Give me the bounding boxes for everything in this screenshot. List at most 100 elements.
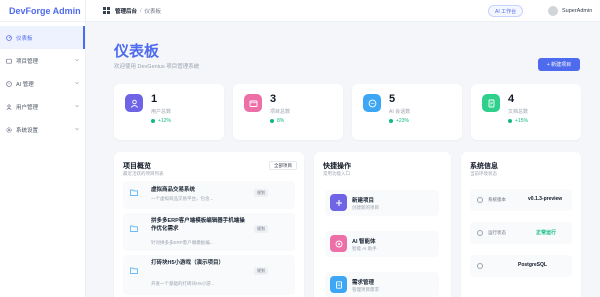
breadcrumb-root[interactable]: 管理后台: [115, 7, 137, 15]
ai-workbench-button[interactable]: AI 工作台: [488, 5, 524, 17]
system-info-label: 系统版本: [488, 197, 506, 202]
breadcrumb-separator: /: [140, 7, 142, 14]
sidebar-item-settings[interactable]: 系统设置: [0, 118, 85, 141]
project-name: 打砖块H5小游戏（演示项目）: [151, 260, 225, 266]
quick-action-desc: 创建新的项目: [352, 205, 379, 210]
stat-card-users[interactable]: 1 用户总数 +12%: [114, 84, 224, 140]
stat-trend: +12%: [151, 118, 171, 124]
project-status-badge: 规划: [254, 225, 268, 233]
stat-value: 5: [389, 93, 396, 105]
avatar[interactable]: [548, 6, 558, 16]
robot-icon: [6, 80, 12, 87]
user-icon: [6, 103, 12, 110]
folder-icon: [130, 189, 138, 196]
trend-up-icon: [151, 119, 155, 123]
status-icon: [477, 230, 483, 236]
project-name: 拼多多ERP客户端模板编辑器手机端操作优化需求: [151, 218, 245, 232]
panel-subtitle: 当前环境状态: [470, 171, 497, 176]
robot-icon: [330, 235, 347, 252]
panel-title: 快捷操作: [323, 163, 351, 170]
all-projects-button[interactable]: 全部项目: [269, 161, 297, 170]
stat-card-ai-sessions[interactable]: 5 AI 会话数 +23%: [352, 84, 462, 140]
system-info-value: v0.1.3-preview: [528, 196, 563, 202]
ai-workbench-label: AI 工作台: [495, 8, 517, 15]
panel-title: 系统信息: [470, 163, 498, 170]
brand-logo[interactable]: DevForge Admin: [0, 0, 85, 22]
sidebar: DevForge Admin 仪表板 项目管理 AI 管理 用户管理 系统设置: [0, 0, 86, 297]
folder-icon: [6, 58, 12, 64]
top-header: 管理后台 / 仪表板 AI 工作台 SuperAdmin: [86, 0, 600, 22]
system-info-row-version: 系统版本 v0.1.3-preview: [470, 189, 572, 211]
stat-trend-value: +12%: [158, 118, 171, 124]
stat-trend: +23%: [389, 118, 409, 124]
stat-value: 3: [270, 93, 277, 105]
quick-action-requirements[interactable]: 需求管理 管理项目需求: [325, 272, 439, 297]
sidebar-item-label: AI 管理: [16, 81, 34, 88]
stat-value: 1: [151, 93, 158, 105]
document-icon: [330, 276, 347, 293]
folder-icon: [130, 225, 138, 232]
document-icon: [482, 94, 500, 112]
sidebar-item-label: 仪表板: [16, 35, 33, 42]
stat-label: AI 会话数: [389, 109, 411, 115]
panel-title: 项目概览: [123, 163, 151, 170]
stat-trend: +15%: [508, 118, 528, 124]
quick-action-title: AI 智能体: [352, 239, 376, 245]
sidebar-item-dashboard[interactable]: 仪表板: [0, 26, 85, 49]
user-icon: [125, 94, 143, 112]
trend-up-icon: [508, 119, 512, 123]
project-desc: 一个虚拟商品交易平台，包含...: [151, 196, 214, 201]
dashboard-icon: [6, 34, 12, 41]
chevron-down-icon: [75, 81, 79, 85]
stat-label: 用户总数: [151, 109, 172, 115]
system-info-panel: 系统信息 当前环境状态 系统版本 v0.1.3-preview 运行状态 正常运…: [461, 152, 581, 297]
main-content: 仪表板 欢迎使用 DevGenius 项目管理系统 + 新建项目 1 用户总数 …: [86, 22, 600, 297]
system-info-row-database: PostgreSQL: [470, 255, 572, 277]
quick-actions-panel: 快捷操作 常用功能入口 新建项目 创建新的项目 AI 智能体 智能 AI 助手 …: [314, 152, 451, 297]
system-info-value: PostgreSQL: [518, 262, 547, 268]
folder-icon: [244, 94, 262, 112]
system-info-value: 正常运行: [536, 230, 557, 236]
quick-action-title: 新建项目: [352, 198, 375, 204]
page-subtitle: 欢迎使用 DevGenius 项目管理系统: [114, 64, 200, 70]
database-icon: [477, 263, 483, 269]
chevron-down-icon: [75, 104, 79, 108]
quick-action-desc: 管理项目需求: [352, 287, 379, 292]
stat-card-documents[interactable]: 4 文档总数 +15%: [471, 84, 581, 140]
project-desc: 开发一个基础的打砖块H5小游...: [151, 281, 215, 286]
project-list-item[interactable]: 虚拟商品交易系统 一个虚拟商品交易平台，包含... 规划: [123, 181, 295, 209]
system-info-row-status: 运行状态 正常运行: [470, 222, 572, 244]
chevron-down-icon: [75, 58, 79, 62]
stat-trend-value: +15%: [515, 118, 528, 124]
plus-icon: [330, 194, 347, 211]
stat-trend: 8%: [270, 118, 284, 124]
project-overview-panel: 项目概览 最近活跃的项目列表 全部项目 虚拟商品交易系统 一个虚拟商品交易平台，…: [114, 152, 304, 297]
stat-value: 4: [508, 93, 515, 105]
stat-card-projects[interactable]: 3 项目总数 8%: [233, 84, 343, 140]
sidebar-item-projects[interactable]: 项目管理: [0, 49, 85, 72]
quick-action-desc: 智能 AI 助手: [352, 246, 377, 251]
stat-label: 项目总数: [270, 109, 291, 115]
quick-action-title: 需求管理: [352, 280, 375, 286]
info-icon: [477, 197, 483, 203]
project-name: 虚拟商品交易系统: [151, 187, 196, 193]
sidebar-item-label: 系统设置: [16, 127, 39, 134]
system-info-label: 运行状态: [488, 230, 506, 235]
panel-subtitle: 最近活跃的项目列表: [123, 171, 164, 176]
sidebar-item-users[interactable]: 用户管理: [0, 95, 85, 118]
folder-icon: [130, 267, 138, 274]
sidebar-item-label: 用户管理: [16, 104, 39, 111]
user-name[interactable]: SuperAdmin: [562, 8, 592, 14]
quick-action-ai-agent[interactable]: AI 智能体 智能 AI 助手: [325, 231, 439, 257]
project-status-badge: 规划: [254, 189, 268, 197]
project-list-item[interactable]: 打砖块H5小游戏（演示项目） 开发一个基础的打砖块H5小游... 规划: [123, 255, 295, 295]
sidebar-item-label: 项目管理: [16, 58, 39, 65]
grid-menu-icon[interactable]: [103, 7, 110, 14]
new-project-button[interactable]: + 新建项目: [538, 58, 580, 71]
page-title: 仪表板: [114, 43, 160, 60]
quick-action-new-project[interactable]: 新建项目 创建新的项目: [325, 190, 439, 216]
project-list-item[interactable]: 拼多多ERP客户端模板编辑器手机端操作优化需求 针对拼多多ERP客户端模板编..…: [123, 213, 295, 251]
chevron-down-icon: [75, 127, 79, 131]
sidebar-item-ai[interactable]: AI 管理: [0, 72, 85, 95]
panel-subtitle: 常用功能入口: [323, 171, 350, 176]
